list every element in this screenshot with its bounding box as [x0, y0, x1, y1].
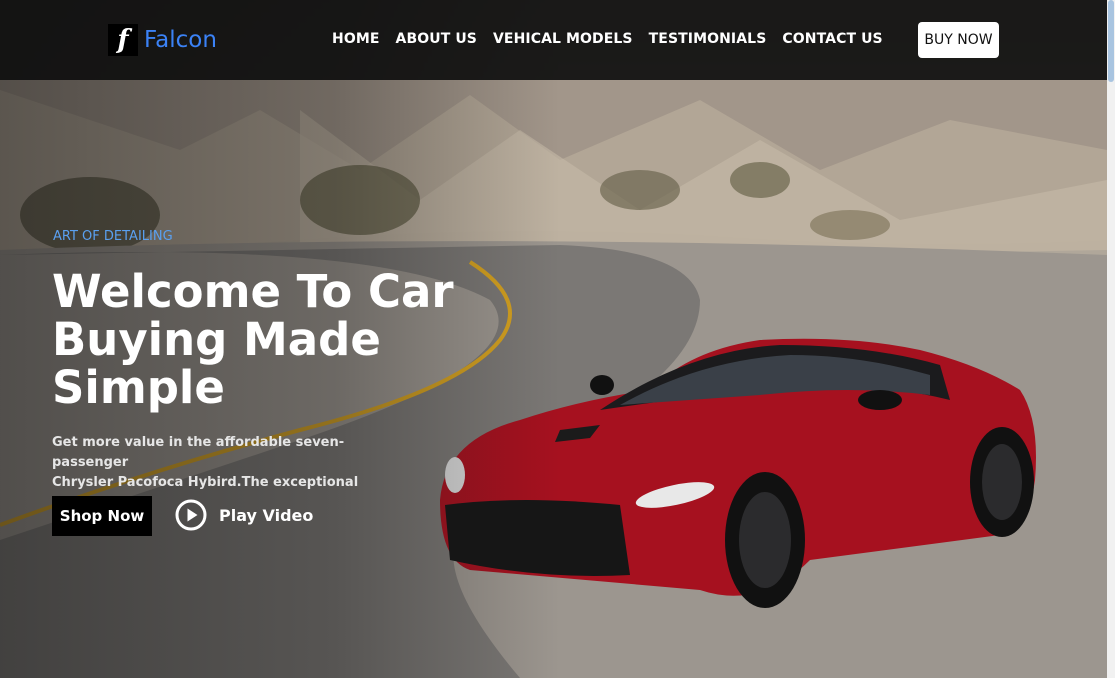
- nav-item-home[interactable]: HOME: [332, 31, 380, 47]
- hero-title-line: Simple: [52, 361, 225, 414]
- navbar: f Falcon HOME ABOUT US VEHICAL MODELS TE…: [0, 0, 1107, 80]
- hero-description-line: Get more value in the affordable seven-p…: [52, 435, 345, 470]
- logo-mark-icon: f: [108, 24, 138, 56]
- brand-logo[interactable]: f Falcon: [108, 24, 217, 56]
- play-circle-icon[interactable]: [175, 499, 207, 531]
- nav-item-contact-us[interactable]: CONTACT US: [782, 31, 882, 47]
- hero-title-line: Buying Made: [52, 313, 381, 366]
- hero-section: ART OF DETAILING Welcome To Car Buying M…: [0, 0, 1107, 678]
- scrollbar-thumb[interactable]: [1108, 0, 1114, 82]
- play-video-button[interactable]: Play Video: [175, 499, 313, 531]
- brand-name: Falcon: [144, 27, 217, 53]
- nav-item-testimonials[interactable]: TESTIMONIALS: [649, 31, 767, 47]
- hero-title-line: Welcome To Car: [52, 265, 454, 318]
- play-video-label[interactable]: Play Video: [219, 506, 313, 525]
- shop-now-button[interactable]: Shop Now: [52, 496, 152, 536]
- nav-item-about-us[interactable]: ABOUT US: [396, 31, 477, 47]
- buy-now-button[interactable]: BUY NOW: [918, 22, 999, 58]
- page-scrollbar[interactable]: [1107, 0, 1115, 678]
- hero-eyebrow: ART OF DETAILING: [53, 229, 173, 244]
- hero-title: Welcome To Car Buying Made Simple: [52, 268, 472, 412]
- nav-item-vehical-models[interactable]: VEHICAL MODELS: [493, 31, 633, 47]
- main-nav: HOME ABOUT US VEHICAL MODELS TESTIMONIAL…: [332, 31, 883, 47]
